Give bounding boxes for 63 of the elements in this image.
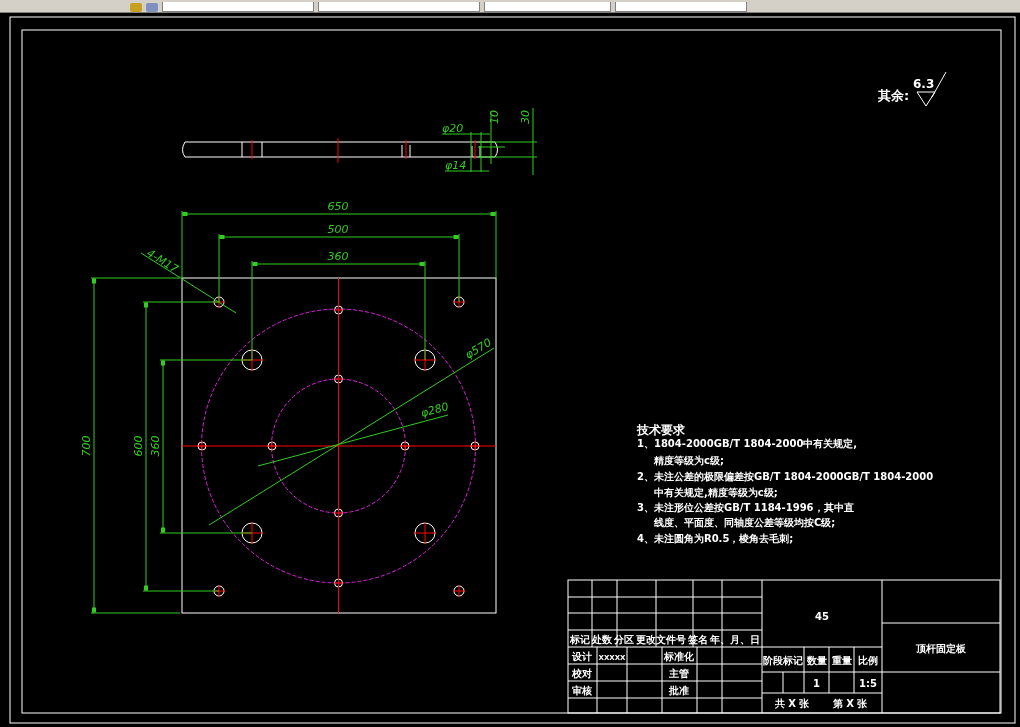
title-block-text: 标准化 [664, 651, 694, 662]
requirement-text: 2、未注公差的极限偏差按GB/T 1804-2000GB/T 1804-2000 [637, 471, 934, 482]
title-block-text: 1 [813, 678, 820, 689]
dimension-text: 700 [80, 435, 93, 457]
title-block-text: 主管 [669, 668, 689, 679]
dimension-text: 360 [149, 435, 162, 457]
title-block-text: 校对 [572, 668, 592, 679]
title-block-text: 1:5 [859, 678, 877, 689]
requirement-text: 精度等级为c级; [654, 455, 724, 466]
bolt-hole [333, 507, 344, 519]
bolt-hole [212, 584, 226, 598]
bolt-hole [333, 373, 344, 385]
bolt-hole [212, 295, 226, 309]
title-block-text: 共 X 张 [774, 698, 810, 709]
dimension-text: 500 [327, 223, 349, 236]
title-block-text: 标记 [570, 634, 590, 645]
bolt-hole [240, 348, 264, 372]
dimension-text: φ280 [419, 400, 451, 420]
dropdown-field[interactable] [162, 2, 314, 12]
title-block-text: 阶段标记 [763, 655, 803, 666]
title-block-text: 分区 [614, 634, 634, 645]
material-text: 45 [815, 611, 829, 622]
title-block-text: 年、月、日 [710, 634, 760, 645]
requirement-text: 4、未注圆角为R0.5，棱角去毛刺; [637, 533, 794, 544]
bolt-hole [399, 440, 411, 452]
dropdown-field[interactable] [615, 2, 747, 12]
requirement-text: 中有关规定,精度等级为c级; [654, 487, 778, 498]
requirement-text: 1、1804-2000GB/T 1804-2000中有关规定, [637, 438, 858, 449]
title-block-text: 批准 [669, 685, 689, 696]
title-block-text: 第 X 张 [832, 698, 868, 709]
bolt-hole [452, 295, 466, 309]
dimension-text: 10 [488, 110, 501, 124]
bolt-hole [469, 440, 481, 452]
title-block-text: 设计 [572, 651, 592, 662]
bolt-hole [413, 348, 437, 372]
dimension-text: 600 [132, 435, 145, 457]
bolt-hole [333, 577, 344, 589]
title-block-text: 签名 [688, 634, 708, 645]
requirement-text: 3、未注形位公差按GB/T 1184-1996，其中直 [637, 502, 854, 513]
roughness-label: 其余: [878, 88, 910, 103]
title-block-text: 审核 [572, 685, 592, 696]
dropdown-field[interactable] [318, 2, 480, 12]
title-block-text: 处数 [592, 634, 612, 645]
requirement-text: 线度、平面度、同轴度公差等级均按C级; [654, 517, 836, 528]
title-block-text: 数量 [806, 655, 827, 666]
title-block-text: 更改文件号 [636, 634, 686, 645]
bolt-hole [452, 584, 466, 598]
bolt-hole [240, 521, 264, 545]
dimension-text: 650 [327, 200, 349, 213]
dimension-text: φ20 [442, 122, 464, 135]
bolt-hole [196, 440, 208, 452]
dimension-text: φ14 [445, 159, 467, 172]
title-block-text: 比例 [858, 655, 878, 666]
title-block-text: 顶杆固定板 [916, 643, 966, 654]
title-block-text: 重量 [831, 655, 852, 666]
bolt-hole [333, 304, 344, 316]
roughness-value: 6.3 [913, 77, 935, 91]
requirements-title: 技术要求 [637, 423, 685, 437]
bolt-hole [413, 521, 437, 545]
dimension-text: 360 [327, 250, 349, 263]
dropdown-field[interactable] [484, 2, 611, 12]
dimension-text: 30 [519, 110, 532, 124]
bolt-hole [266, 440, 278, 452]
